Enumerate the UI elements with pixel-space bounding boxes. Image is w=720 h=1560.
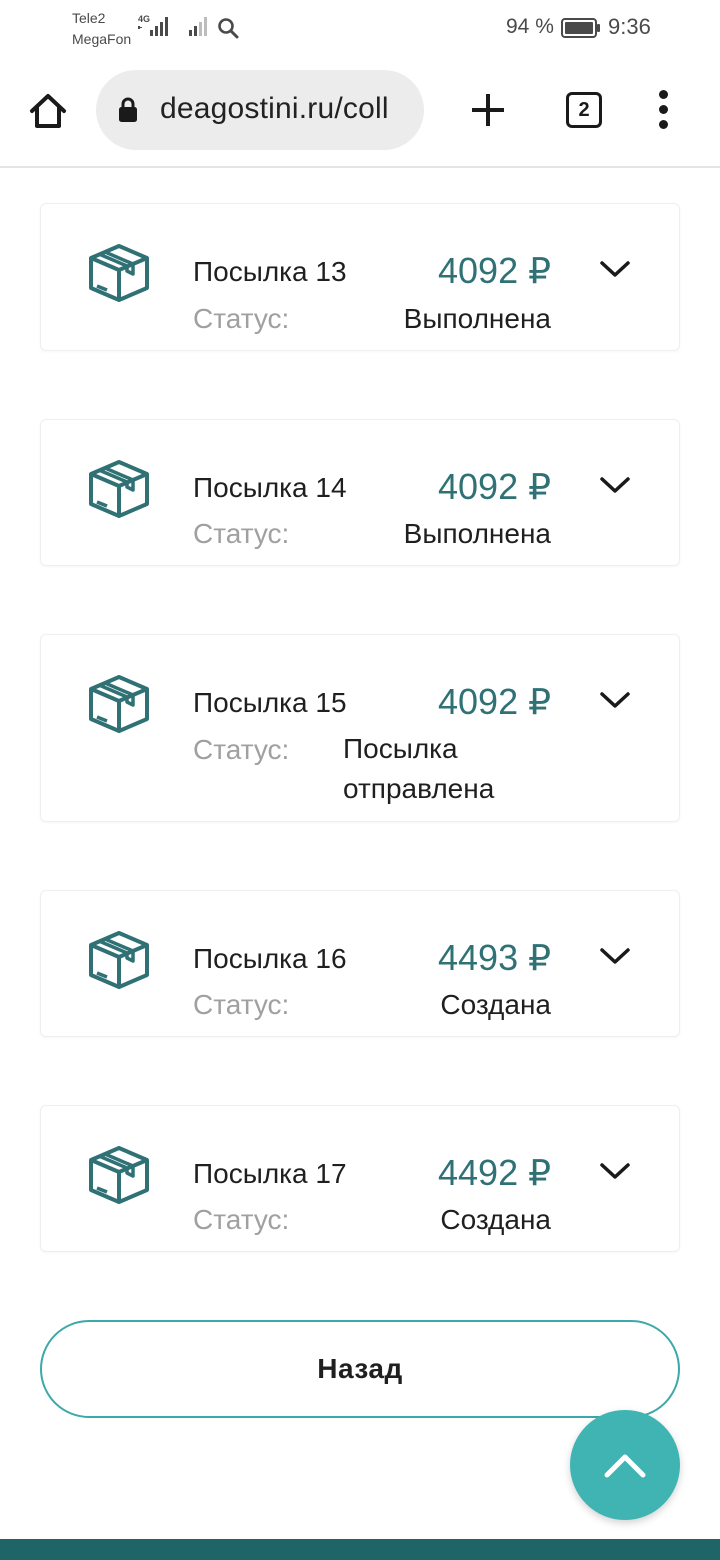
order-card[interactable]: Посылка 16 4493 ₽ Статус: Создана bbox=[40, 890, 680, 1037]
package-icon bbox=[89, 1146, 149, 1204]
carrier-names: Tele2 MegaFon bbox=[72, 8, 131, 50]
battery-percent: 94 % bbox=[506, 15, 554, 38]
tab-count: 2 bbox=[578, 98, 590, 121]
order-name: Посылка 15 bbox=[193, 687, 347, 718]
chevron-down-icon[interactable] bbox=[599, 474, 631, 496]
chevron-down-icon[interactable] bbox=[599, 945, 631, 967]
order-price: 4092 ₽ bbox=[438, 681, 551, 722]
order-card[interactable]: Посылка 17 4492 ₽ Статус: Создана bbox=[40, 1105, 680, 1252]
order-price: 4092 ₽ bbox=[438, 250, 551, 291]
order-name: Посылка 17 bbox=[193, 1158, 347, 1189]
order-price: 4492 ₽ bbox=[438, 1152, 551, 1193]
status-bar: Tele2 MegaFon 4G 94 % 9:36 bbox=[0, 0, 720, 56]
clock: 9:36 bbox=[608, 14, 651, 39]
carrier-1: Tele2 bbox=[72, 10, 106, 26]
package-icon bbox=[89, 460, 149, 518]
lock-icon bbox=[119, 97, 137, 122]
order-price: 4493 ₽ bbox=[438, 937, 551, 978]
package-icon bbox=[89, 931, 149, 989]
battery-icon bbox=[561, 18, 600, 38]
address-bar[interactable]: deagostini.ru/coll bbox=[96, 70, 424, 150]
plus-icon bbox=[472, 94, 504, 126]
url-text: deagostini.ru/coll bbox=[160, 92, 389, 125]
status-value: Выполнена bbox=[403, 303, 551, 334]
carrier-2: MegaFon bbox=[72, 31, 132, 47]
package-icon bbox=[89, 244, 149, 302]
status-label: Статус: bbox=[193, 734, 290, 765]
browser-toolbar: deagostini.ru/coll 2 bbox=[0, 56, 720, 168]
home-icon bbox=[30, 94, 66, 128]
status-label: Статус: bbox=[193, 989, 290, 1020]
new-tab-button[interactable] bbox=[468, 88, 508, 132]
footer-strip bbox=[0, 1539, 720, 1560]
order-name: Посылка 16 bbox=[193, 943, 347, 974]
status-value: Выполнена bbox=[403, 518, 551, 549]
status-label: Статус: bbox=[193, 303, 290, 334]
status-value: Посылка отправлена bbox=[343, 733, 495, 804]
order-card[interactable]: Посылка 14 4092 ₽ Статус: Выполнена bbox=[40, 419, 680, 566]
package-icon bbox=[89, 675, 149, 733]
chevron-down-icon[interactable] bbox=[599, 1160, 631, 1182]
order-name: Посылка 14 bbox=[193, 472, 347, 503]
chevron-down-icon[interactable] bbox=[599, 689, 631, 711]
status-label: Статус: bbox=[193, 1204, 290, 1235]
overflow-menu-button[interactable] bbox=[652, 90, 676, 130]
menu-dot-icon bbox=[659, 105, 668, 114]
home-button[interactable] bbox=[22, 87, 74, 135]
status-value: Создана bbox=[440, 1204, 551, 1235]
chevron-down-icon[interactable] bbox=[599, 258, 631, 280]
tab-switcher-button[interactable]: 2 bbox=[566, 92, 602, 128]
signal-icon bbox=[189, 17, 207, 36]
back-button-label: Назад bbox=[317, 1353, 403, 1384]
network-type: 4G bbox=[138, 14, 150, 24]
signal-4g-icon: 4G bbox=[138, 14, 168, 36]
status-label: Статус: bbox=[193, 518, 290, 549]
order-card[interactable]: Посылка 13 4092 ₽ Статус: Выполнена bbox=[40, 203, 680, 351]
menu-dot-icon bbox=[659, 120, 668, 129]
order-name: Посылка 13 bbox=[193, 256, 347, 287]
order-price: 4092 ₽ bbox=[438, 466, 551, 507]
status-value: Создана bbox=[440, 989, 551, 1020]
search-icon bbox=[218, 18, 239, 39]
chevron-up-icon bbox=[604, 1454, 646, 1478]
order-card[interactable]: Посылка 15 4092 ₽ Статус: Посылка отправ… bbox=[40, 634, 680, 822]
back-button[interactable]: Назад bbox=[40, 1320, 680, 1418]
scroll-to-top-button[interactable] bbox=[570, 1410, 680, 1520]
menu-dot-icon bbox=[659, 90, 668, 99]
